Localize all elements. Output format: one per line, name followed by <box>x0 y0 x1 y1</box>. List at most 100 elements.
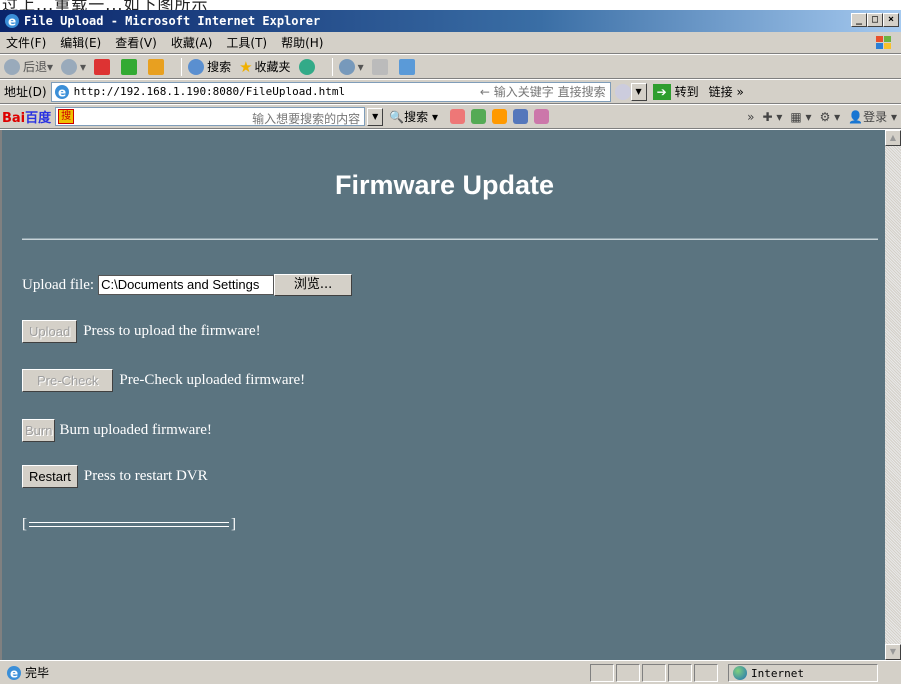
scroll-up-button[interactable]: ▲ <box>885 130 901 146</box>
burn-description: Burn uploaded firmware! <box>59 422 212 438</box>
upload-file-row: Upload file: C:\Documents and Settings 浏… <box>22 274 353 296</box>
baidu-tool-1-icon[interactable] <box>449 109 465 124</box>
search-orb-icon <box>614 83 631 100</box>
baidu-right-tools: » ✚ ▾ ▦ ▾ ⚙ ▾ 👤登录 ▾ <box>747 108 897 125</box>
vertical-scrollbar[interactable]: ▲ ▼ <box>885 130 901 660</box>
toolbar-separator <box>331 57 333 76</box>
baidu-tool-5-icon[interactable] <box>533 109 549 124</box>
baidu-search-input[interactable]: 搜 输入想要搜索的内容 <box>55 107 366 126</box>
restart-button[interactable]: Restart <box>22 465 78 488</box>
file-path-input[interactable]: C:\Documents and Settings <box>98 275 275 295</box>
status-pane <box>642 664 666 682</box>
standard-toolbar: 后退 ▾ ▾ 搜索 ★ 收藏夹 ▾ <box>0 55 901 79</box>
progress-open-bracket: [ <box>22 516 27 532</box>
baidu-tool-2-icon[interactable] <box>470 109 486 124</box>
maximize-button[interactable]: □ <box>867 13 883 27</box>
zone-label: Internet <box>751 666 804 680</box>
settings-icon[interactable]: ⚙ ▾ <box>820 110 841 124</box>
close-button[interactable]: × <box>883 13 899 27</box>
baidu-tag-icon: 搜 <box>58 109 75 124</box>
grid-icon[interactable]: ▦ ▾ <box>790 110 811 124</box>
home-button[interactable] <box>148 58 167 75</box>
precheck-row: Pre-Check Pre-Check uploaded firmware! <box>22 369 305 392</box>
page-title: Firmware Update <box>334 170 555 200</box>
status-pane <box>590 664 614 682</box>
baidu-placeholder: 输入想要搜索的内容 <box>252 112 361 126</box>
status-pane <box>616 664 640 682</box>
address-label: 地址(D) <box>4 85 47 99</box>
search-button[interactable]: 搜索 <box>188 58 231 75</box>
history-icon <box>338 58 355 75</box>
svg-text:e: e <box>58 85 66 99</box>
menu-bar: 文件(F) 编辑(E) 查看(V) 收藏(A) 工具(T) 帮助(H) <box>0 32 901 54</box>
chevron-more-icon[interactable]: » <box>747 110 754 124</box>
baidu-search-button[interactable]: 🔍搜索 ▾ <box>389 108 438 125</box>
browse-button[interactable]: 浏览... <box>274 274 353 296</box>
minimize-button[interactable]: _ <box>851 13 867 27</box>
forward-button[interactable]: ▾ <box>61 58 86 75</box>
status-pane <box>668 664 692 682</box>
scroll-down-button[interactable]: ▼ <box>885 644 901 660</box>
history-button[interactable]: ▾ <box>338 58 364 75</box>
upload-button[interactable]: Upload <box>22 320 78 343</box>
edit-icon <box>398 58 415 75</box>
back-arrow-icon <box>4 58 20 75</box>
refresh-button[interactable] <box>121 58 140 75</box>
toolbar-separator <box>181 57 183 76</box>
caption-text: 过上...重载一...如下图所示 <box>2 0 209 10</box>
precheck-description: Pre-Check uploaded firmware! <box>119 372 306 388</box>
baidu-tool-3-icon[interactable] <box>491 109 507 124</box>
upload-row: Upload Press to upload the firmware! <box>22 320 261 343</box>
mail-icon <box>371 58 388 75</box>
menu-help[interactable]: 帮助(H) <box>281 34 323 51</box>
window-controls: _ □ × <box>851 13 899 27</box>
upload-file-label: Upload file: <box>22 276 95 293</box>
window-titlebar[interactable]: e File Upload - Microsoft Internet Explo… <box>0 10 901 32</box>
menu-favorites[interactable]: 收藏(A) <box>171 34 213 51</box>
plus-icon[interactable]: ✚ ▾ <box>762 110 782 124</box>
edit-button[interactable] <box>398 58 418 75</box>
svg-text:e: e <box>10 666 18 680</box>
favorites-button[interactable]: ★ 收藏夹 <box>239 58 290 76</box>
stop-icon <box>94 58 111 75</box>
address-input[interactable]: e http://192.168.1.190:8080/FileUpload.h… <box>50 81 611 102</box>
baidu-tool-4-icon[interactable] <box>512 109 528 124</box>
title-divider <box>22 238 878 240</box>
menu-tools[interactable]: 工具(T) <box>226 34 267 51</box>
back-button[interactable]: 后退 ▾ <box>4 58 53 75</box>
status-bar: e 完毕 Internet <box>0 660 901 684</box>
svg-text:e: e <box>8 15 16 29</box>
stop-button[interactable] <box>94 58 113 75</box>
status-panes <box>590 664 720 682</box>
search-label: 搜索 <box>207 60 232 74</box>
baidu-tool-icons <box>449 109 549 124</box>
refresh-icon <box>121 58 138 75</box>
menu-file[interactable]: 文件(F) <box>6 34 46 51</box>
star-icon: ★ <box>239 57 253 76</box>
restart-row: Restart Press to restart DVR <box>22 465 208 488</box>
login-button[interactable]: 👤登录 ▾ <box>848 108 897 125</box>
precheck-button[interactable]: Pre-Check <box>22 369 114 392</box>
security-zone[interactable]: Internet <box>728 664 878 682</box>
burn-button[interactable]: Burn <box>22 419 56 442</box>
mail-button[interactable] <box>371 58 391 75</box>
links-button[interactable]: 链接 » <box>709 83 744 100</box>
progress-close-bracket: ] <box>231 516 236 532</box>
address-dropdown-button[interactable]: ▼ <box>630 82 647 101</box>
baidu-logo[interactable]: Bai百度 <box>2 107 51 126</box>
media-button[interactable] <box>298 58 318 75</box>
go-button[interactable]: ➔ 转到 <box>652 83 699 100</box>
page-done-icon: e <box>7 665 21 680</box>
status-text: 完毕 <box>25 666 50 680</box>
windows-logo-icon <box>876 36 891 49</box>
window-title: File Upload - Microsoft Internet Explore… <box>24 14 321 28</box>
favorites-label: 收藏夹 <box>254 60 291 74</box>
baidu-dropdown-button[interactable]: ▼ <box>367 107 384 126</box>
address-bar: 地址(D) e http://192.168.1.190:8080/FileUp… <box>0 80 901 104</box>
menu-edit[interactable]: 编辑(E) <box>60 34 101 51</box>
go-arrow-icon: ➔ <box>652 83 671 100</box>
ie-icon: e <box>5 14 19 29</box>
menu-view[interactable]: 查看(V) <box>115 34 157 51</box>
back-label: 后退 <box>23 60 48 74</box>
globe-icon <box>733 666 747 680</box>
